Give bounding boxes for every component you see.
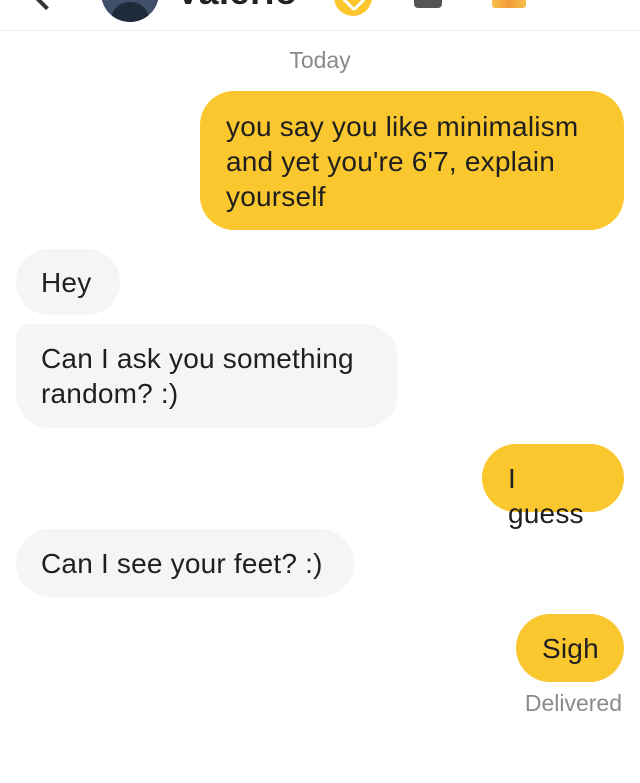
badge-icon[interactable] (334, 0, 372, 16)
video-call-icon[interactable] (414, 0, 442, 8)
message-bubble-sent[interactable]: you say you like minimalism and yet you'… (200, 91, 624, 230)
delivery-status: Delivered (524, 690, 622, 716)
avatar[interactable] (101, 0, 159, 22)
message-bubble-sent[interactable]: I guess (482, 444, 624, 529)
message-bubble-sent[interactable]: Sigh (516, 614, 624, 682)
chat-screen: Valerio Today you say you like minimalis… (0, 0, 640, 783)
message-bubble-received[interactable]: Can I see your feet? :) (16, 529, 354, 597)
back-icon[interactable] (31, 0, 61, 11)
contact-name[interactable]: Valerio (176, 0, 298, 12)
emoji-icon[interactable] (492, 0, 526, 8)
message-bubble-received[interactable]: Can I ask you something random? :) (16, 324, 398, 428)
chat-header: Valerio (0, 0, 640, 31)
message-bubble-received[interactable]: Hey (16, 249, 120, 315)
date-divider: Today (289, 47, 351, 73)
more-options-icon[interactable] (588, 0, 598, 12)
